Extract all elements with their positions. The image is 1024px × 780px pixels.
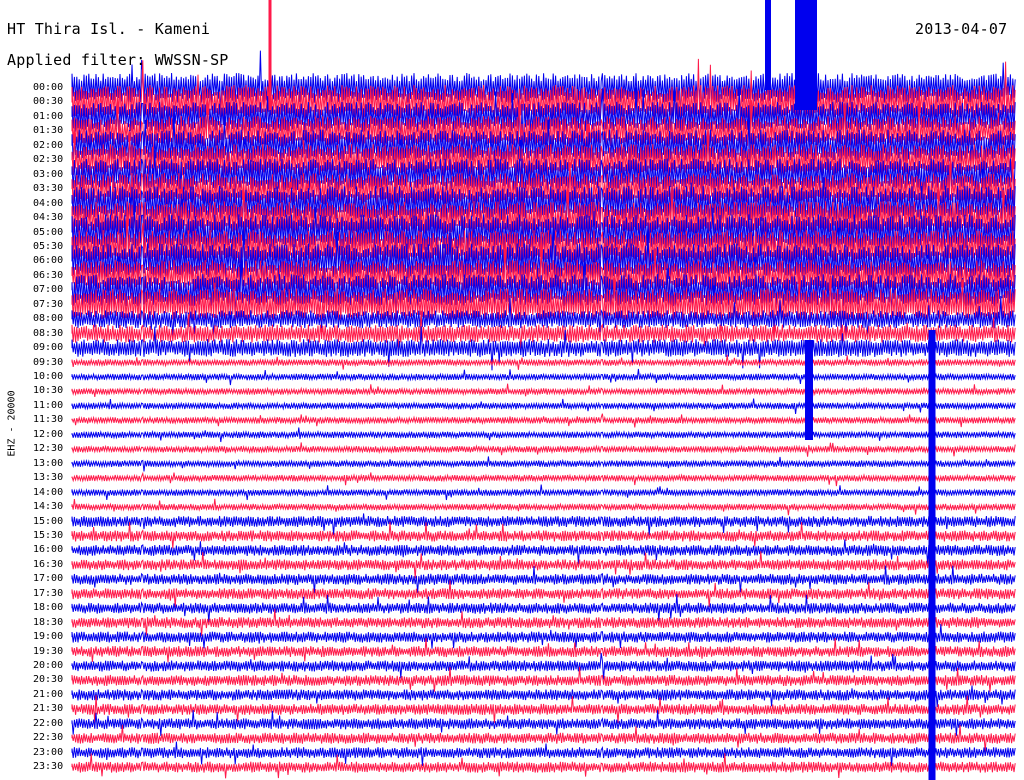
trace-line	[71, 398, 1016, 414]
time-label: 12:30	[33, 443, 64, 455]
time-label: 22:00	[33, 717, 64, 729]
trace-line	[71, 638, 1016, 663]
trace-line	[71, 753, 1016, 779]
channel-label: EHZ - 20000	[6, 390, 18, 457]
event-burst	[765, 0, 771, 90]
time-label: 07:30	[33, 298, 64, 310]
trace-line	[71, 551, 1016, 579]
time-label: 20:30	[33, 674, 64, 686]
time-label: 00:30	[33, 96, 64, 108]
time-label: 23:30	[33, 761, 64, 773]
time-label: 08:00	[33, 313, 64, 325]
time-label: 05:30	[33, 240, 64, 252]
time-label: 12:00	[33, 428, 64, 440]
time-label: 18:30	[33, 616, 64, 628]
trace-line	[71, 710, 1016, 736]
event-burst	[268, 0, 272, 110]
trace-line	[71, 580, 1016, 608]
trace-line	[71, 354, 1016, 370]
time-label: 13:00	[33, 457, 64, 469]
time-label: 06:00	[33, 255, 64, 267]
time-label: 09:30	[33, 356, 64, 368]
trace-line	[71, 685, 1016, 708]
time-label: 17:30	[33, 587, 64, 599]
trace-line	[71, 413, 1016, 428]
trace-line	[71, 609, 1016, 637]
time-label: 20:00	[33, 660, 64, 671]
trace-line	[71, 724, 1016, 752]
time-label: 17:00	[33, 573, 64, 585]
trace-line	[71, 456, 1016, 472]
trace-line	[71, 471, 1016, 487]
time-label: 02:30	[33, 154, 64, 166]
trace-line	[71, 624, 1016, 649]
time-label: 01:30	[33, 125, 64, 137]
time-label: 10:30	[33, 385, 64, 397]
trace-line	[71, 368, 1016, 386]
time-label: 18:00	[33, 602, 64, 614]
time-label: 14:30	[33, 501, 64, 513]
trace-line	[71, 442, 1016, 457]
time-label: 02:00	[33, 139, 64, 151]
trace-line	[71, 484, 1016, 501]
trace-line	[71, 383, 1016, 398]
time-label: 14:00	[33, 486, 64, 498]
date-label: 2013-04-07	[915, 20, 1008, 38]
helicorder-plot	[71, 0, 1016, 780]
trace-line	[71, 741, 1016, 767]
time-label: 11:00	[33, 399, 64, 411]
event-burst	[795, 0, 817, 110]
time-label: 19:30	[33, 645, 64, 657]
time-label: 13:30	[33, 472, 64, 484]
time-label: 08:30	[33, 327, 64, 339]
time-label: 03:00	[33, 168, 64, 180]
time-label: 01:00	[33, 110, 64, 122]
time-label: 09:00	[33, 342, 64, 354]
time-label: 15:30	[33, 529, 64, 541]
event-burst	[805, 340, 813, 440]
time-label: 07:00	[33, 284, 64, 296]
trace-line	[71, 427, 1016, 443]
time-label: 06:30	[33, 269, 64, 281]
trace-line	[71, 652, 1016, 680]
time-label: 05:00	[33, 226, 64, 238]
time-label: 04:30	[33, 212, 64, 224]
trace-line	[71, 498, 1016, 516]
time-label: 16:30	[33, 558, 64, 570]
time-label: 11:30	[33, 414, 64, 426]
time-label: 10:00	[33, 371, 64, 382]
time-label: 19:00	[33, 631, 64, 643]
time-label: 00:00	[33, 82, 64, 93]
time-label: 03:30	[33, 183, 64, 195]
time-label: 22:30	[33, 732, 64, 744]
time-label: 04:00	[33, 197, 64, 209]
event-burst	[928, 330, 936, 780]
trace-line	[71, 594, 1016, 623]
time-label: 16:00	[33, 544, 64, 556]
time-label: 23:00	[33, 746, 64, 758]
time-label: 21:00	[33, 688, 64, 700]
time-label: 21:30	[33, 703, 64, 715]
time-label: 15:00	[33, 515, 64, 527]
